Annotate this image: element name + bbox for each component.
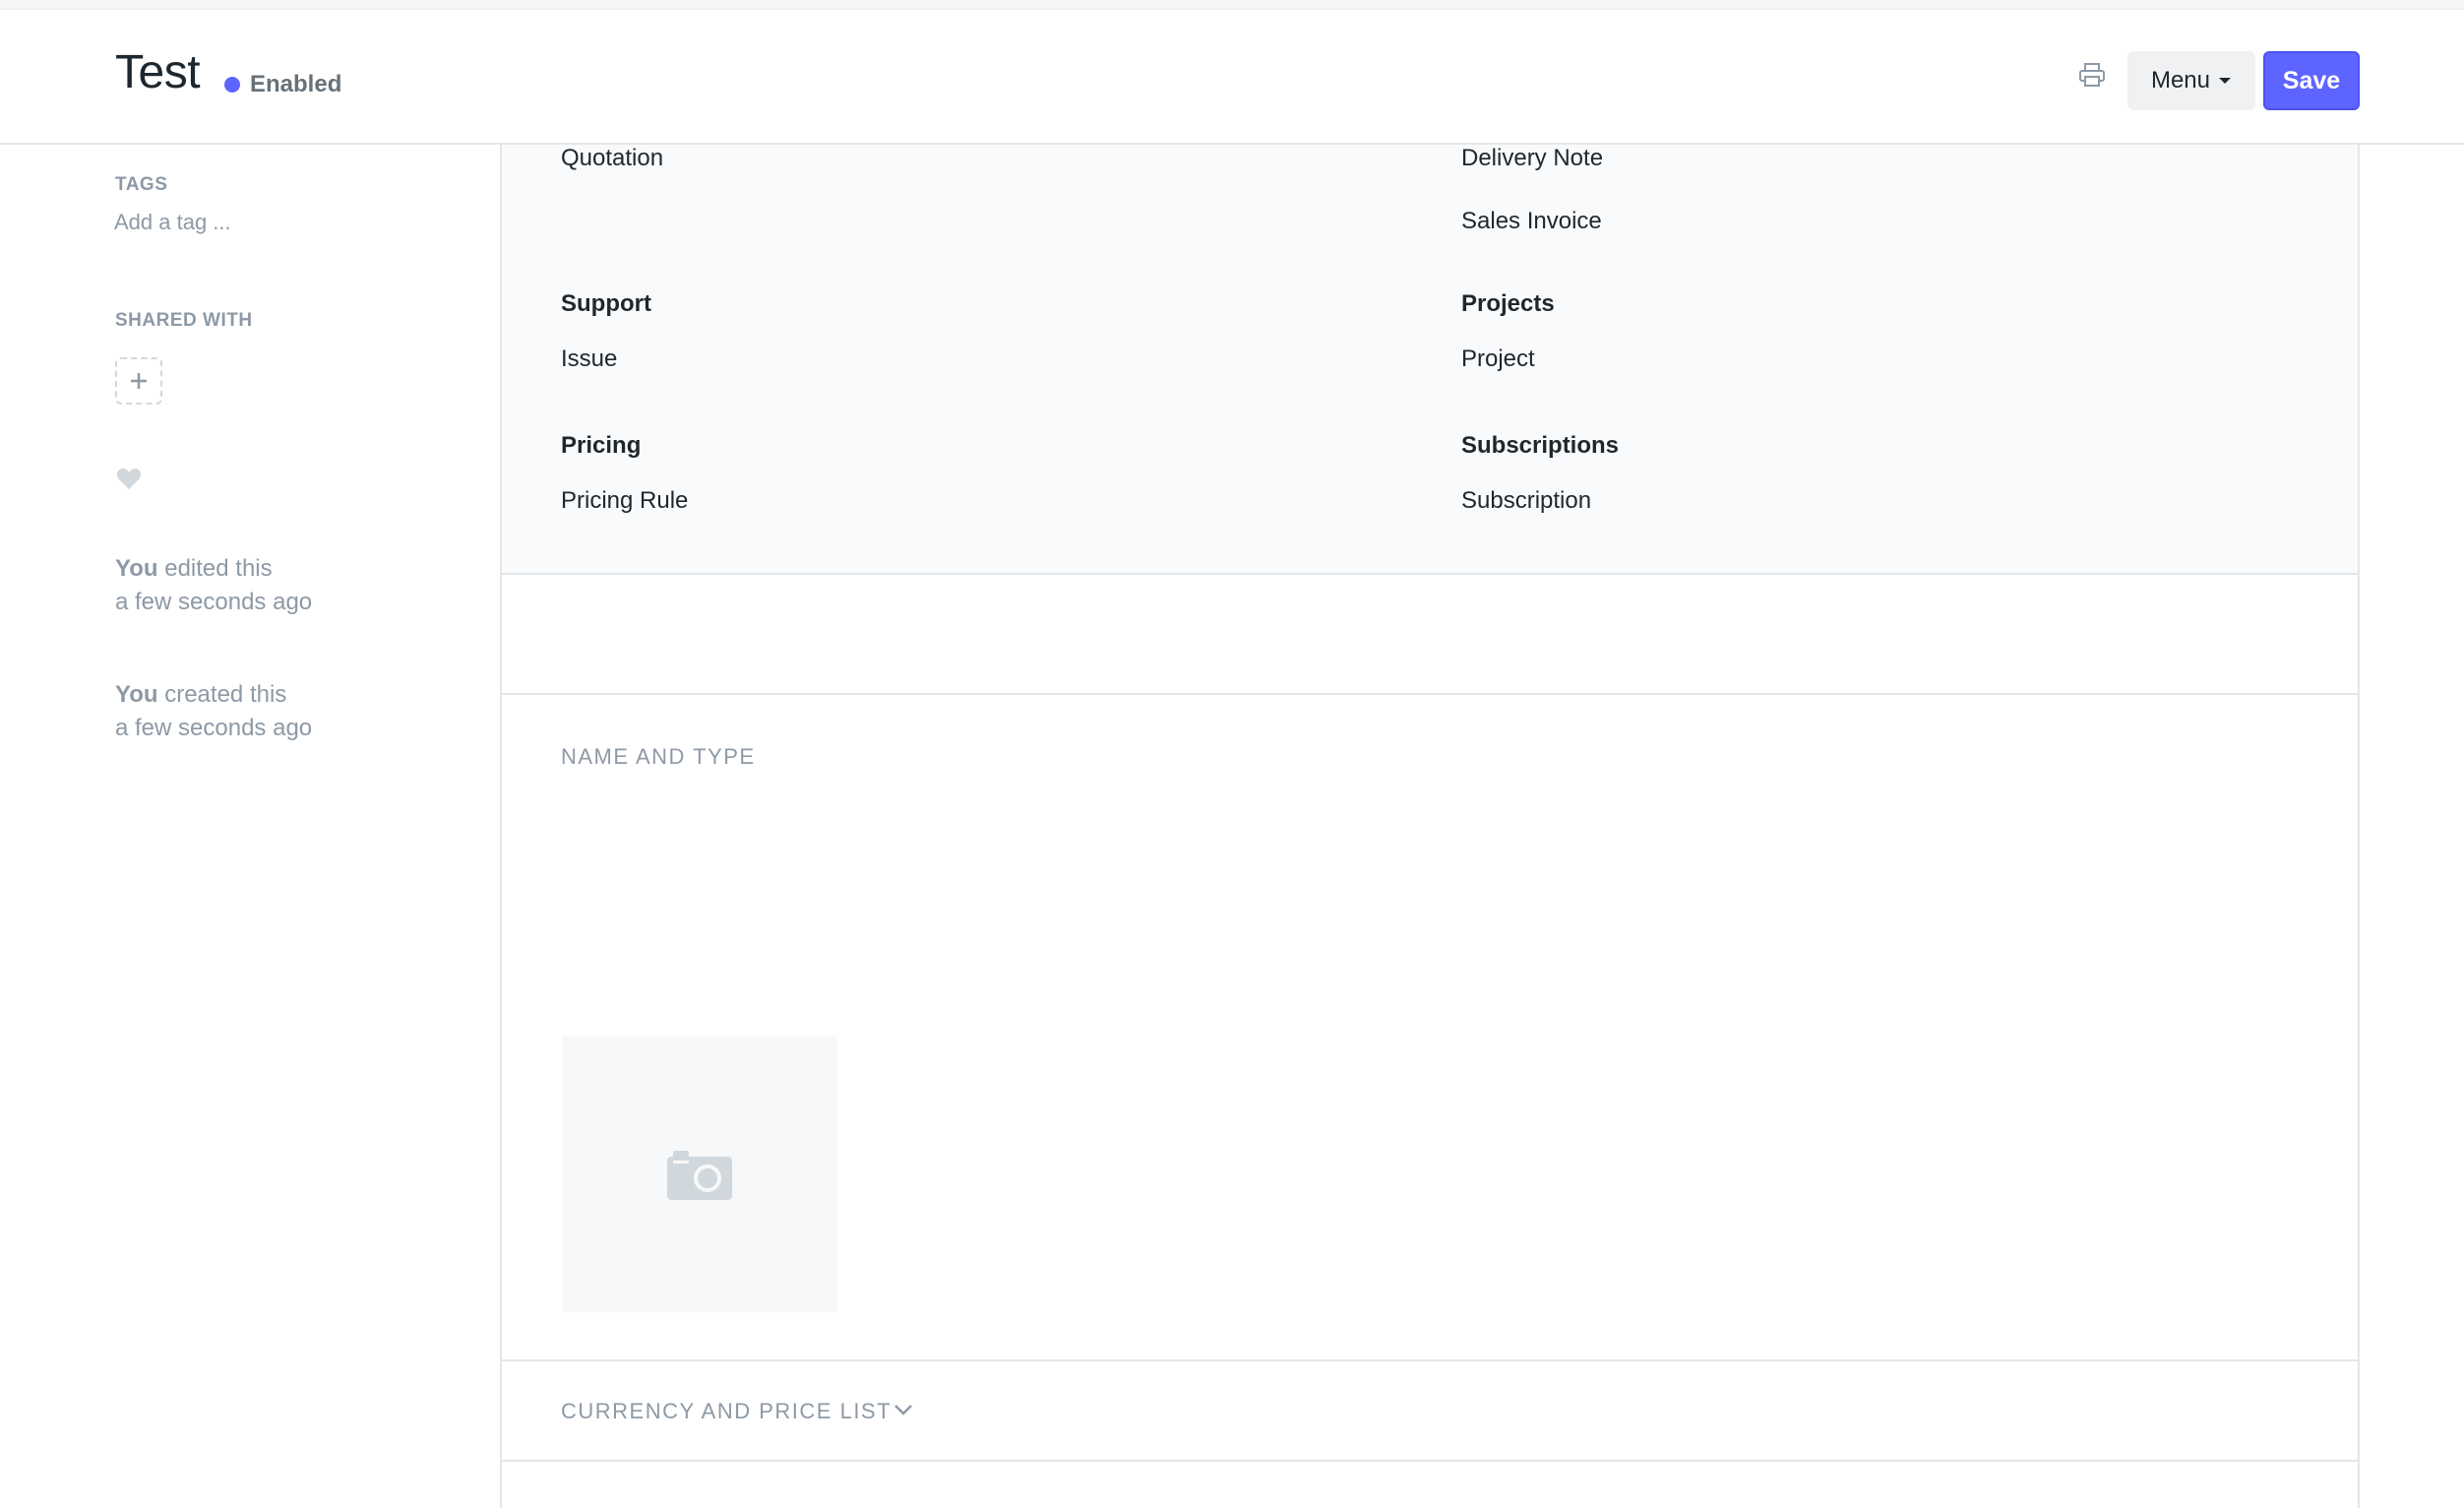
browser-top-strip — [0, 0, 2464, 10]
connection-link-pricing-rule[interactable]: Pricing Rule — [561, 487, 688, 515]
print-button[interactable] — [2074, 59, 2110, 91]
menu-button-label: Menu — [2150, 67, 2211, 94]
timeline-action: edited this — [164, 555, 273, 582]
print-icon — [2079, 63, 2105, 87]
section-title-name-and-type: NAME AND TYPE — [561, 744, 756, 769]
section-title-currency-and-price-list[interactable]: CURRENCY AND PRICE LIST — [561, 1399, 892, 1424]
currency-and-price-list-section[interactable]: CURRENCY AND PRICE LIST — [502, 1361, 2358, 1462]
page-header: Test Enabled Menu Save — [0, 10, 2464, 145]
empty-section — [502, 575, 2358, 695]
form-main: Quotation Support Issue Pricing Pricing … — [500, 145, 2360, 1508]
save-button[interactable]: Save — [2263, 51, 2360, 110]
connection-link-delivery-note[interactable]: Delivery Note — [1461, 145, 1603, 172]
timeline-user: You — [115, 555, 158, 582]
connection-heading-support: Support — [561, 290, 651, 317]
menu-button[interactable]: Menu — [2127, 51, 2255, 110]
timeline-time: a few seconds ago — [115, 715, 313, 741]
connection-link-issue[interactable]: Issue — [561, 346, 617, 373]
caret-down-icon — [2219, 78, 2232, 84]
connection-heading-subscriptions: Subscriptions — [1461, 432, 1620, 459]
connection-link-project[interactable]: Project — [1461, 346, 1535, 373]
shared-with-label: SHARED WITH — [115, 310, 253, 331]
status-dot-icon — [224, 77, 240, 93]
add-tag-input[interactable]: Add a tag ... — [114, 210, 231, 235]
image-upload-placeholder[interactable] — [562, 1037, 837, 1312]
timeline-action: created this — [164, 681, 287, 708]
like-button[interactable] — [116, 468, 142, 496]
timeline-item: You created this a few seconds ago — [115, 678, 312, 745]
connection-link-quotation[interactable]: Quotation — [561, 145, 663, 172]
chevron-down-icon[interactable] — [893, 1403, 913, 1416]
plus-icon — [131, 373, 147, 389]
page-title: Test — [115, 46, 201, 98]
connection-link-sales-invoice[interactable]: Sales Invoice — [1461, 208, 1602, 235]
timeline-user: You — [115, 681, 158, 708]
form-sidebar: TAGS Add a tag ... SHARED WITH You edite… — [0, 145, 500, 1508]
add-share-button[interactable] — [115, 357, 162, 405]
connections-section: Quotation Support Issue Pricing Pricing … — [502, 145, 2358, 575]
timeline-item: You edited this a few seconds ago — [115, 552, 312, 619]
name-and-type-section: NAME AND TYPE — [502, 695, 2358, 1361]
camera-icon — [667, 1151, 732, 1200]
connection-heading-pricing: Pricing — [561, 432, 642, 459]
timeline-time: a few seconds ago — [115, 589, 313, 615]
connection-heading-projects: Projects — [1461, 290, 1555, 317]
status-text: Enabled — [250, 71, 342, 97]
connection-link-subscription[interactable]: Subscription — [1461, 487, 1591, 515]
tags-label: TAGS — [115, 174, 168, 195]
heart-icon — [116, 469, 142, 489]
status-indicator: Enabled — [224, 71, 341, 98]
